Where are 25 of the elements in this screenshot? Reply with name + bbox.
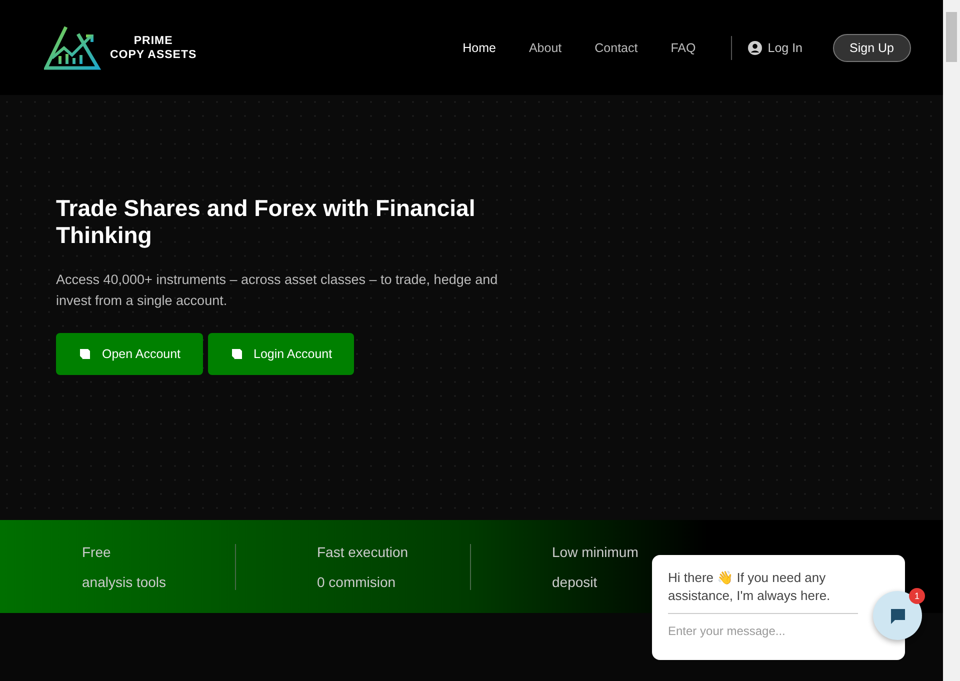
brand-name: PRIME <box>134 34 173 48</box>
feature-text: deposit <box>552 574 598 590</box>
brand-name: COPY ASSETS <box>110 48 197 62</box>
nav-link[interactable]: About <box>528 40 562 54</box>
account-button[interactable]: Login Account <box>208 333 354 375</box>
signup-button[interactable]: Sign Up <box>832 34 911 62</box>
feature-text: Fast execution <box>317 544 408 560</box>
feature-text: 0 commision <box>317 574 396 590</box>
nav-link[interactable]: Home <box>462 40 496 54</box>
feature-text: Free <box>82 544 111 560</box>
nav-link[interactable]: FAQ <box>670 40 696 54</box>
feature-text: Low minimum <box>552 544 638 560</box>
nav-link[interactable]: Contact <box>594 40 638 54</box>
logo-icon <box>44 24 102 72</box>
user-icon <box>748 40 762 54</box>
hero-text: Access 40,000+ instruments – across asset classes – to trade, hedge and invest from a single account. <box>56 271 499 310</box>
scroll-icon <box>78 347 92 361</box>
chat-icon <box>888 606 906 624</box>
chat-greeting: Hi there 👋 If you need any assistance, I'm always here. <box>668 569 858 614</box>
scroll-icon <box>230 347 244 361</box>
login-link[interactable]: Log In <box>748 40 803 54</box>
feature-text: analysis tools <box>82 574 166 590</box>
scrollbar-thumb[interactable] <box>946 12 957 62</box>
hero-title: Trade Shares and Forex with Financial Thinking <box>56 195 476 249</box>
account-button[interactable]: Open Account <box>56 333 203 375</box>
